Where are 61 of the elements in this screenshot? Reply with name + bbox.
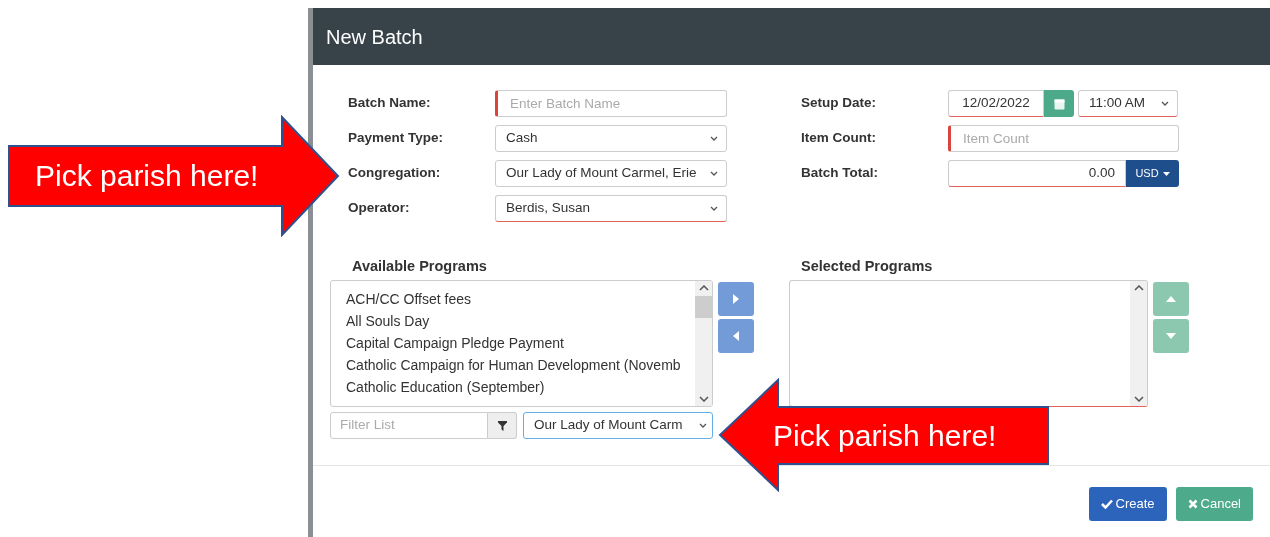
- dropdown-field[interactable]: Cash: [495, 125, 727, 152]
- selected-program-list[interactable]: [789, 280, 1148, 407]
- time-dropdown[interactable]: 11:00 AM: [1078, 90, 1178, 117]
- scroll-up-icon: [1133, 285, 1144, 291]
- list-item[interactable]: Catholic Campaign for Human Development (Novemb: [346, 354, 695, 376]
- check-icon: [1100, 499, 1113, 509]
- chevron-down-icon: [699, 422, 707, 429]
- caret-up-icon: [1166, 296, 1176, 302]
- date-field[interactable]: 12/02/2022: [948, 90, 1044, 117]
- scroll-up-icon: [698, 285, 709, 291]
- move-button[interactable]: [718, 282, 754, 316]
- scroll-down-icon: [698, 396, 709, 402]
- create-button[interactable]: Create: [1088, 487, 1167, 521]
- callout-text: Pick parish here!: [773, 418, 997, 454]
- chevron-down-icon: [710, 135, 718, 142]
- caret-left-icon: [733, 331, 739, 341]
- time-value: 11:00 AM: [1089, 94, 1146, 113]
- scroll-thumb[interactable]: [695, 296, 712, 318]
- scroll-down-icon: [1133, 396, 1144, 402]
- section-heading: Available Programs: [351, 257, 488, 276]
- field-label: Batch Name:: [348, 94, 432, 113]
- list-item[interactable]: All Souls Day: [346, 310, 695, 332]
- text-field[interactable]: Enter Batch Name: [495, 90, 727, 117]
- field-label: Item Count:: [801, 129, 877, 148]
- section-heading: Selected Programs: [800, 257, 934, 276]
- filter-icon: [497, 420, 507, 431]
- text-field[interactable]: Item Count: [948, 125, 1179, 152]
- field-label: Congregation:: [348, 164, 442, 183]
- filter-field[interactable]: Filter List: [330, 412, 488, 439]
- scrollbar[interactable]: [1130, 281, 1147, 406]
- caret-down-icon: [1166, 333, 1176, 339]
- field-label: Batch Total:: [801, 164, 879, 183]
- program-list[interactable]: ACH/CC Offset fees All Souls Day Capital Campaign Pledge Payment Catholic Campaign for Human Development (Novemb Catholic Education (September): [330, 280, 713, 407]
- filter-button[interactable]: [488, 412, 517, 439]
- list-item[interactable]: Capital Campaign Pledge Payment: [346, 332, 695, 354]
- dropdown-value: Berdis, Susan: [506, 199, 591, 218]
- caret-right-icon: [733, 294, 739, 304]
- chevron-down-icon: [710, 205, 718, 212]
- chevron-down-icon: [1161, 100, 1169, 107]
- amount-field[interactable]: 0.00: [948, 160, 1126, 187]
- dropdown-value: Cash: [506, 129, 538, 148]
- scrollbar[interactable]: [695, 281, 712, 406]
- dropdown-field[interactable]: Our Lady of Mount Carmel, Erie: [495, 160, 727, 187]
- field-label: Setup Date:: [801, 94, 877, 113]
- caret-icon: [1162, 171, 1170, 176]
- field-label: Operator:: [348, 199, 411, 218]
- calendar-button[interactable]: [1044, 90, 1074, 117]
- callout-text: Pick parish here!: [35, 158, 259, 194]
- list-item[interactable]: ACH/CC Offset fees: [346, 288, 695, 310]
- list-item[interactable]: Catholic Education (September): [346, 376, 695, 398]
- currency-button[interactable]: USD: [1126, 160, 1179, 187]
- dropdown-value: Our Lady of Mount Carmel, Erie: [506, 164, 697, 183]
- move-button[interactable]: [718, 319, 754, 353]
- dropdown-value: Our Lady of Mount Carm: [534, 416, 683, 435]
- dropdown-field[interactable]: Berdis, Susan: [495, 195, 727, 222]
- close-icon: [1187, 499, 1198, 509]
- dialog-title: New Batch: [326, 24, 423, 50]
- field-label: Payment Type:: [348, 129, 445, 148]
- calendar-icon: [1053, 97, 1065, 110]
- parish-dropdown[interactable]: Our Lady of Mount Carm: [523, 412, 713, 439]
- chevron-down-icon: [710, 170, 718, 177]
